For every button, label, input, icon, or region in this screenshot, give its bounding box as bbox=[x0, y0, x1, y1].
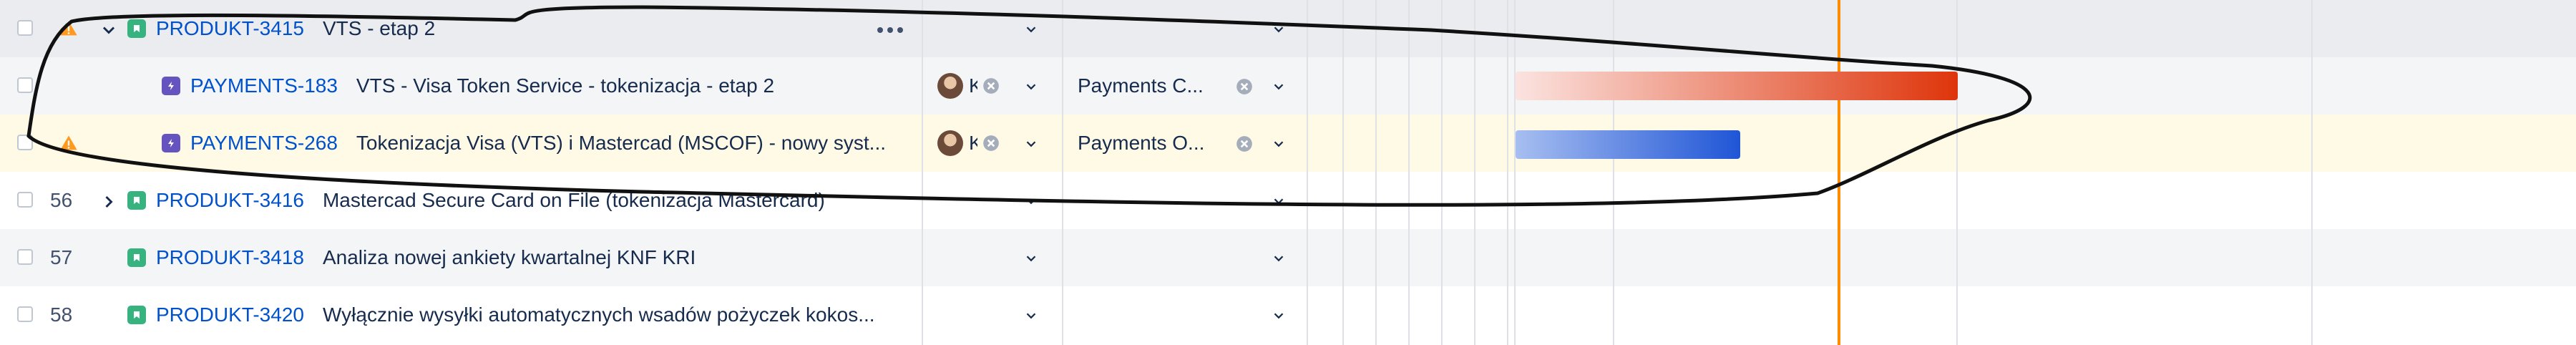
story-icon bbox=[127, 248, 146, 267]
row-checkbox[interactable] bbox=[17, 306, 33, 322]
issue-cell: PAYMENTS-268 Tokenizacja Visa (VTS) i Ma… bbox=[162, 115, 929, 172]
issue-key-link[interactable]: PAYMENTS-268 bbox=[190, 132, 338, 155]
issue-summary[interactable]: Tokenizacja Visa (VTS) i Mastercad (MSCO… bbox=[356, 132, 929, 155]
timeline-grid-line bbox=[1613, 0, 1614, 345]
row-checkbox[interactable] bbox=[17, 135, 33, 150]
team-value: Payments C... bbox=[1078, 74, 1204, 97]
row-checkbox[interactable] bbox=[17, 77, 33, 93]
timeline-grid-line bbox=[1514, 0, 1516, 345]
timeline-grid-line bbox=[1956, 0, 1958, 345]
issue-summary[interactable]: Mastercad Secure Card on File (tokenizac… bbox=[323, 189, 909, 212]
assignee-initial: K bbox=[969, 74, 977, 97]
row-checkbox[interactable] bbox=[17, 192, 33, 208]
column-divider bbox=[922, 0, 923, 345]
issue-cell: PAYMENTS-183 VTS - Visa Token Service - … bbox=[162, 57, 943, 115]
avatar bbox=[937, 130, 963, 156]
warning-icon bbox=[60, 21, 77, 36]
timeline-grid-line bbox=[1474, 0, 1475, 345]
chevron-down-icon[interactable] bbox=[1271, 251, 1287, 266]
issue-key-link[interactable]: PRODUKT-3420 bbox=[156, 303, 304, 326]
timeline-grid-line bbox=[1408, 0, 1410, 345]
team-cell[interactable]: Payments O... bbox=[1078, 115, 1221, 172]
chevron-down-icon[interactable] bbox=[1271, 21, 1287, 37]
column-divider bbox=[1062, 0, 1063, 345]
avatar bbox=[937, 73, 963, 99]
issue-summary[interactable]: VTS - etap 2 bbox=[323, 17, 867, 40]
issue-key-link[interactable]: PRODUKT-3418 bbox=[156, 246, 304, 269]
warning-icon bbox=[60, 135, 77, 150]
chevron-right-icon[interactable] bbox=[99, 192, 119, 212]
timeline-grid-line bbox=[1507, 0, 1508, 345]
timeline-bar[interactable] bbox=[1516, 72, 1958, 100]
chevron-down-icon[interactable] bbox=[1023, 136, 1039, 152]
timeline-grid-line bbox=[1441, 0, 1443, 345]
chevron-down-icon[interactable] bbox=[1271, 193, 1287, 209]
story-icon bbox=[127, 19, 146, 38]
issue-cell: PRODUKT-3418 Analiza nowej ankiety kwart… bbox=[127, 229, 909, 286]
more-actions-icon[interactable] bbox=[876, 26, 904, 34]
row-number: 56 bbox=[50, 189, 73, 211]
row-checkbox[interactable] bbox=[17, 20, 33, 36]
assignee-cell[interactable]: K bbox=[937, 115, 1000, 172]
row-number: 57 bbox=[50, 246, 73, 268]
epic-icon bbox=[162, 77, 180, 95]
chevron-down-icon[interactable] bbox=[1271, 79, 1287, 94]
chevron-down-icon[interactable] bbox=[1023, 21, 1039, 37]
issue-key-link[interactable]: PRODUKT-3415 bbox=[156, 17, 304, 40]
chevron-down-icon[interactable] bbox=[1023, 308, 1039, 324]
timeline-grid-line bbox=[2311, 0, 2313, 345]
issue-summary[interactable]: Analiza nowej ankiety kwartalnej KNF KRI bbox=[323, 246, 909, 269]
issue-cell: PRODUKT-3416 Mastercad Secure Card on Fi… bbox=[127, 172, 909, 229]
issue-key-link[interactable]: PAYMENTS-183 bbox=[190, 74, 338, 97]
issue-summary[interactable]: VTS - Visa Token Service - tokenizacja -… bbox=[356, 74, 943, 97]
timeline-bar[interactable] bbox=[1516, 130, 1740, 159]
assignee-cell[interactable]: K bbox=[937, 57, 1000, 115]
story-icon bbox=[127, 191, 146, 210]
issue-cell: PRODUKT-3415 VTS - etap 2 bbox=[127, 0, 867, 57]
chevron-down-icon[interactable] bbox=[1023, 193, 1039, 209]
clear-icon[interactable] bbox=[1235, 77, 1254, 96]
clear-icon[interactable] bbox=[982, 77, 1000, 95]
issue-summary[interactable]: Wyłącznie wysyłki automatycznych wsadów … bbox=[323, 303, 917, 326]
timeline-grid-line bbox=[1342, 0, 1344, 345]
issue-key-link[interactable]: PRODUKT-3416 bbox=[156, 189, 304, 212]
row-checkbox[interactable] bbox=[17, 249, 33, 265]
clear-icon[interactable] bbox=[982, 134, 1000, 152]
today-marker bbox=[1838, 0, 1840, 345]
epic-icon bbox=[162, 134, 180, 152]
assignee-initial: K bbox=[969, 132, 977, 154]
chevron-down-icon[interactable] bbox=[1271, 136, 1287, 152]
team-cell[interactable]: Payments C... bbox=[1078, 57, 1221, 115]
chevron-down-icon[interactable] bbox=[99, 20, 119, 40]
chevron-down-icon[interactable] bbox=[1271, 308, 1287, 324]
column-divider bbox=[1307, 0, 1308, 345]
row-number: 58 bbox=[50, 303, 73, 326]
story-icon bbox=[127, 306, 146, 324]
chevron-down-icon[interactable] bbox=[1023, 251, 1039, 266]
issue-cell: PRODUKT-3420 Wyłącznie wysyłki automatyc… bbox=[127, 286, 917, 344]
team-value: Payments O... bbox=[1078, 132, 1205, 154]
chevron-down-icon[interactable] bbox=[1023, 79, 1039, 94]
timeline-grid-line bbox=[1375, 0, 1377, 345]
clear-icon[interactable] bbox=[1235, 135, 1254, 153]
